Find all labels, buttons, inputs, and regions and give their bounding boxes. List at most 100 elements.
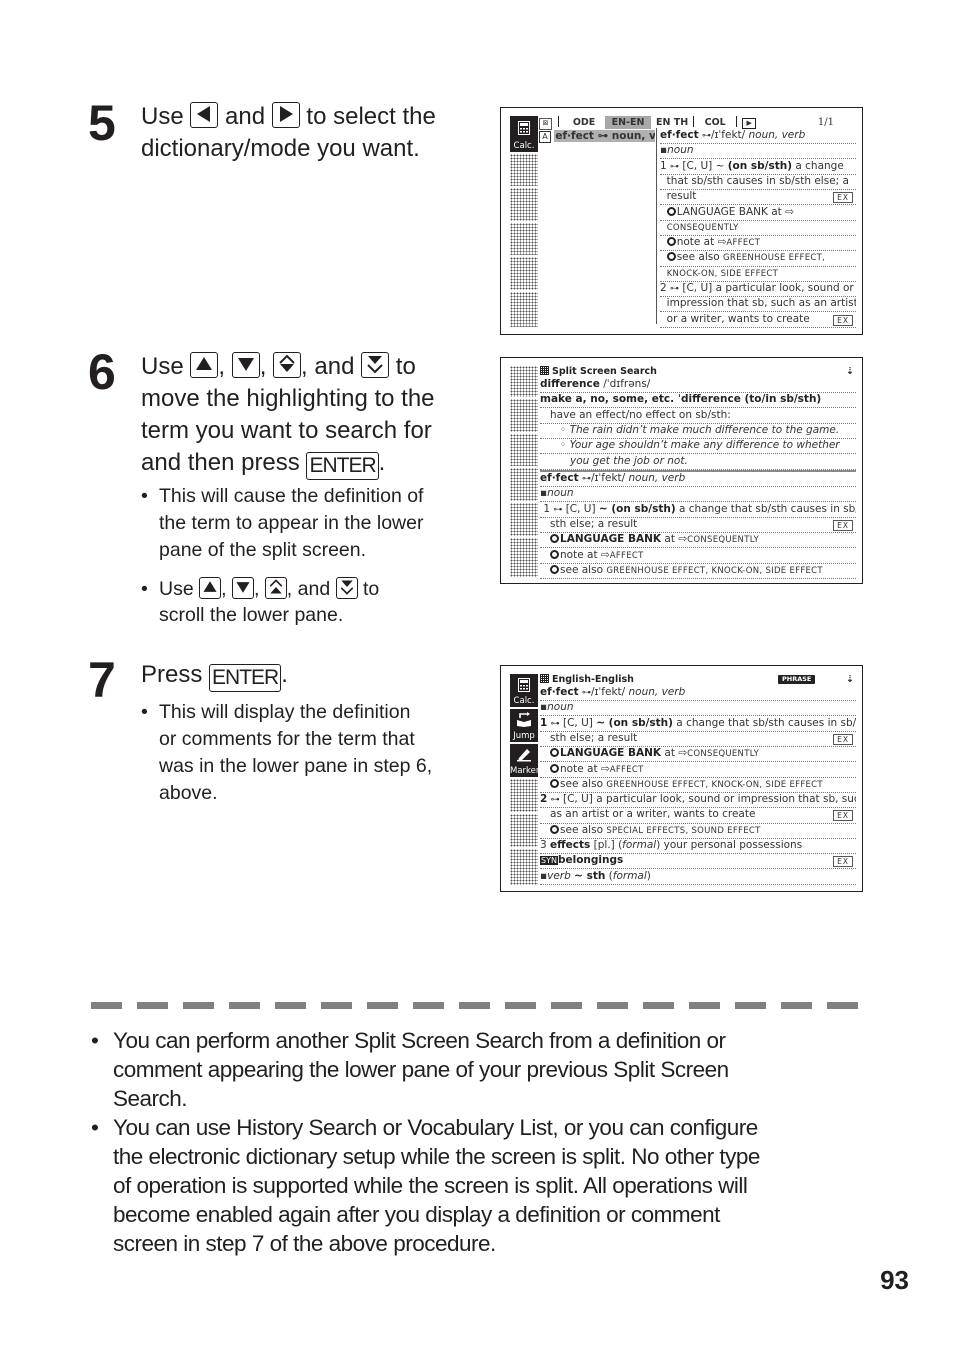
bullet-text: This will cause the definition of [159,485,424,507]
line-text: make a, no, some, etc. ˈdifference (to/i… [540,393,822,406]
definition-line: that sb/sth causes in sb/sth else; a [660,174,856,191]
up-arrow-key [190,352,219,378]
screen-sidebar [510,366,538,577]
definition-line: 1 ⊶ [C, U] ~ (on sb/sth) a change that s… [540,716,856,732]
line-text: 2 ⊶ [C, U] a particular look, sound or [660,282,854,294]
page-up-key [273,352,302,378]
step-7-text: . [281,661,288,688]
line-text: note at ⇨AFFECT [660,236,760,248]
menu-grid-icon [540,366,549,375]
note-text: screen in step 7 of the above procedure. [113,1231,496,1256]
line-text: you get the job or not. [570,454,688,467]
step-5-instruction: Use and to select the dictionary/mode yo… [141,101,481,165]
bullet-text: the term to appear in the lower [159,512,424,534]
bullet-text: Use [159,578,194,600]
line-text: see also SPECIAL EFFECTS, SOUND EFFECT [540,824,761,836]
line-text: have an effect/no effect on sb/sth: [540,408,731,421]
sidebar-empty-slot [510,154,538,186]
step-6-text: , [218,353,226,380]
line-text: see also GREENHOUSE EFFECT, KNOCK-ON, SI… [540,564,823,576]
definition-line: ef·fect ⊶/ɪˈfekt/ noun, verb [540,685,856,702]
step-6-bullet-1: This will cause the definition of the te… [141,483,489,564]
bullet-text: above. [159,782,218,804]
definition-line: ▪noun [660,143,856,160]
definition-line: ef·fect ⊶/ɪˈfekt/ noun, verb [660,128,856,145]
bullet-text: to [363,578,380,600]
step-6-text: and then press [141,449,300,476]
definition-line: ▪noun [540,486,856,503]
definition-preview: ef·fect ⊶/ɪˈfekt/ noun, verb ▪noun 1 ⊶ [C,… [660,128,856,328]
line-text: ◦ Your age shouldn’t make any difference… [540,439,840,452]
sidebar-empty-slot [510,188,538,221]
definition-line: 1 ⊶ [C, U] ~ (on sb/sth) a change [660,159,856,175]
note-2: You can use History Search or Vocabulary… [91,1113,893,1258]
jump-button[interactable]: Jump [510,709,538,742]
page-number: 93 [880,1265,909,1295]
calc-button[interactable]: Calc. [510,116,538,152]
example-button[interactable]: EX [833,810,853,822]
sidebar-empty-slot [510,292,538,327]
result-list-item[interactable]: A ef·fect ⊶ noun, ve [539,129,655,144]
screen-sidebar: Calc. [510,116,538,328]
definition-line: ▪verb ~ sth (formal) [540,869,856,885]
line-text: ▪noun [540,487,574,500]
step-5-text: dictionary/mode you want. [141,135,420,162]
example-button[interactable]: EX [833,519,853,531]
marker-button[interactable]: Marker [510,744,540,777]
calc-label: Calc. [513,141,535,151]
step-7-bullet-1: This will display the definition or comm… [141,699,499,807]
calc-label: Calc. [513,696,535,706]
bullet-text: scroll the lower pane. [159,604,344,626]
definition-line: 2 ⊶ [C, U] a particular look, sound or [660,281,856,298]
definition-line: see also GREENHOUSE EFFECT, KNOCK-ON, SI… [540,563,856,579]
note-text: comment appearing the lower pane of your… [113,1057,729,1082]
example-button[interactable]: EX [833,733,853,745]
tab-en-en[interactable]: EN-EN [605,116,652,129]
example-button[interactable]: EX [833,314,853,326]
note-text: of operation is supported while the scre… [113,1173,748,1198]
screen-sidebar: Calc. Jump Marker [510,674,540,885]
line-text: 1 ⊶ [C, U] ~ (on sb/sth) a change that s… [540,502,856,515]
definition-line: KNOCK-ON, SIDE EFFECT [660,266,856,282]
screen-title: Split Screen Search [552,366,657,377]
step-6-text: , and [301,353,355,380]
line-text: note at ⇨AFFECT [540,763,644,775]
definition-line: EX sth else; a result [540,731,856,748]
bullet-text: , [221,578,227,600]
line-text: that sb/sth causes in sb/sth else; a [660,174,849,187]
line-text: see also GREENHOUSE EFFECT, KNOCK-ON, SI… [540,778,823,790]
phrase-badge[interactable]: PHRASE [778,675,816,684]
definition-line: EX SYNbelongings [540,853,856,870]
step-number-6: 6 [88,344,116,400]
line-text: sth else; a result [540,517,638,530]
definition-line: see also GREENHOUSE EFFECT, [660,250,856,267]
tab-ode[interactable]: ODE [566,116,602,129]
sidebar-empty-slot [510,538,538,577]
step-6-text: term you want to search for [141,417,432,444]
marker-label: Marker [510,766,540,776]
upper-pane: difference /ˈdɪfrəns/make a, no, some, e… [540,377,856,470]
bullet-text: , [253,578,260,600]
sidebar-empty-slot [510,366,538,397]
line-text: ▪noun [660,144,694,157]
step-7-text: Press [141,661,203,688]
line-text: LANGUAGE BANK at ⇨CONSEQUENTLY [540,747,759,759]
line-text: ef·fect ⊶/ɪˈfekt/ noun, verb [540,472,686,484]
enter-key: ENTER [306,452,379,480]
line-text: ef·fect ⊶/ɪˈfekt/ noun, verb [540,686,686,698]
down-arrow-key [231,352,260,378]
bullet-text: pane of the split screen. [159,539,367,561]
bullet-text: This will display the definition [159,701,411,723]
step-number-7: 7 [88,652,116,708]
dictionary-screen-mode-select: Calc. ⊠ ODE EN-EN EN TH COL ▶ 1/1 A ef·f… [500,107,863,335]
jump-label: Jump [513,731,535,741]
definition-line: LANGUAGE BANK at ⇨CONSEQUENTLY [540,746,856,763]
screen-title: English-English [552,674,634,685]
definition-line: make a, no, some, etc. ˈdifference (to/i… [540,392,856,409]
example-button[interactable]: EX [833,856,853,868]
definition-line: EX result [660,189,856,206]
example-button[interactable]: EX [833,192,853,204]
step-6-text: Use [141,353,184,380]
line-text: sth else; a result [540,731,638,744]
calc-button[interactable]: Calc. [510,674,538,707]
